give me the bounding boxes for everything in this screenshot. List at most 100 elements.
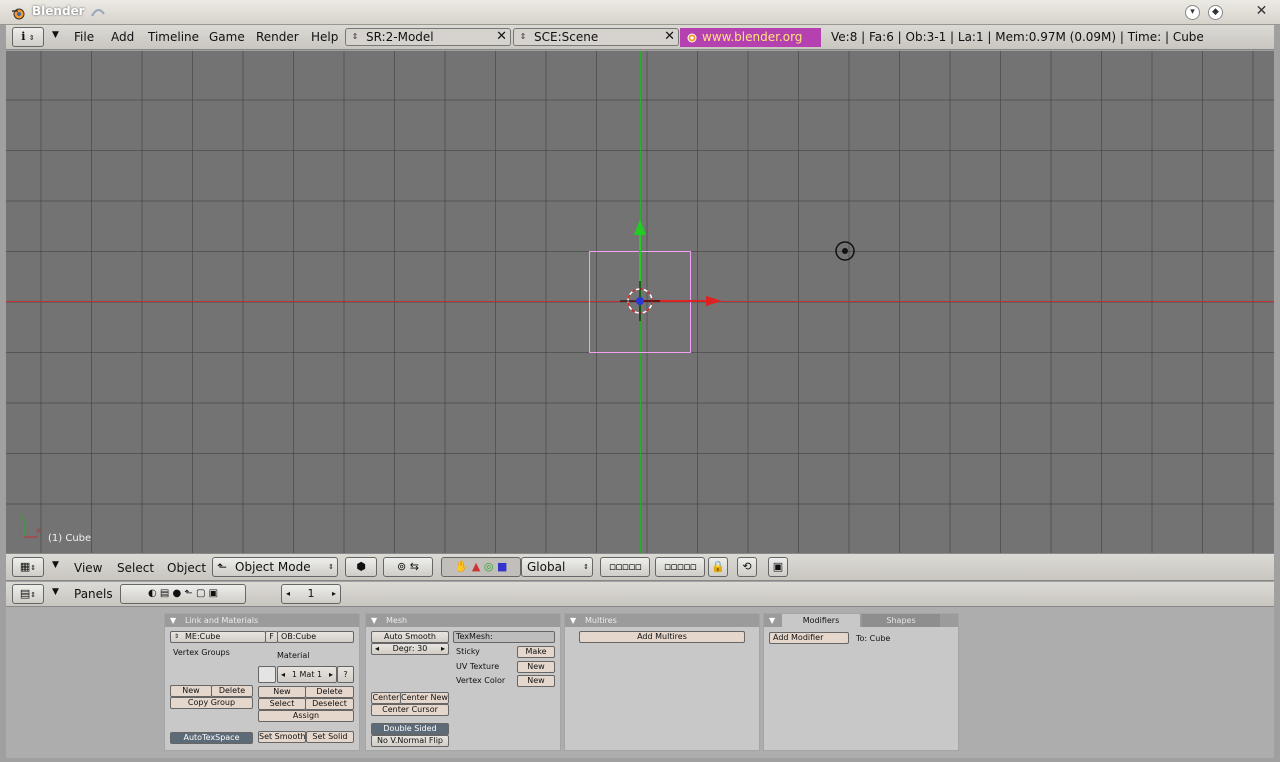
material-select-button[interactable]: Select [258, 698, 306, 710]
panel-header[interactable]: ▼ Mesh [366, 614, 560, 627]
tab-shapes[interactable]: Shapes [862, 614, 940, 627]
mode-label[interactable]: Object Mode [235, 560, 311, 574]
menu-timeline[interactable]: Timeline [148, 30, 199, 44]
vgroup-new-button[interactable]: New [170, 685, 212, 697]
scale-icon[interactable]: ■ [497, 560, 507, 573]
collapse-triangle-icon[interactable]: ▼ [170, 614, 176, 627]
menu-select[interactable]: Select [117, 561, 154, 575]
menu-render[interactable]: Render [256, 30, 299, 44]
close-icon[interactable]: ✕ [1254, 4, 1269, 20]
pivot-selector[interactable]: ⊚ ⇆ [383, 557, 433, 577]
material-assign-button[interactable]: Assign [258, 710, 354, 722]
sticky-make-button[interactable]: Make [517, 646, 555, 658]
scene-selector[interactable]: ⇕ SCE:Scene ✕ [513, 28, 679, 46]
panels-menu[interactable]: Panels [74, 587, 113, 601]
delete-scene-icon[interactable]: ✕ [664, 29, 675, 45]
screen-name[interactable]: SR:2-Model [366, 29, 434, 45]
object-icon[interactable]: ⬑ [184, 588, 192, 599]
editing-icon[interactable]: ▢ [196, 588, 205, 599]
delete-screen-icon[interactable]: ✕ [496, 29, 507, 45]
layer-buttons-2[interactable]: ▫▫▫▫▫ [655, 557, 705, 577]
smooth-degree-field[interactable]: ◂ Degr: 30 ▸ [371, 643, 449, 655]
material-deselect-button[interactable]: Deselect [305, 698, 354, 710]
collapse-triangle-icon[interactable]: ▼ [769, 614, 775, 627]
mesh-datablock-field[interactable]: ⇕ ME:Cube [170, 631, 266, 643]
double-sided-toggle[interactable]: Double Sided [371, 723, 449, 735]
increment-icon[interactable]: ▸ [329, 667, 333, 682]
set-solid-button[interactable]: Set Solid [306, 731, 354, 743]
rotate-icon[interactable]: ◎ [484, 560, 494, 573]
context-tabs[interactable]: ◐ ▤ ● ⬑ ▢ ▣ [120, 584, 246, 604]
transform-manipulator[interactable]: x y [6, 51, 1274, 553]
3d-viewport[interactable]: x y (1) Cube [6, 51, 1274, 553]
decrement-icon[interactable]: ◂ [375, 644, 379, 654]
translate-icon[interactable]: ▲ [472, 560, 480, 573]
menu-object[interactable]: Object [167, 561, 206, 575]
updown-icon[interactable]: ⇕ [348, 29, 362, 45]
set-smooth-button[interactable]: Set Smooth [258, 731, 306, 743]
menu-file[interactable]: File [74, 30, 94, 44]
decrement-icon[interactable]: ◂ [281, 667, 285, 682]
vgroup-delete-button[interactable]: Delete [211, 685, 253, 697]
decrement-icon[interactable]: ◂ [286, 585, 290, 603]
snap-icon[interactable]: ⟲ [737, 557, 757, 577]
panel-header[interactable]: ▼ Multires [565, 614, 759, 627]
increment-icon[interactable]: ▸ [441, 644, 445, 654]
menu-view[interactable]: View [74, 561, 102, 575]
center-new-button[interactable]: Center New [400, 692, 449, 704]
uv-texture-new-button[interactable]: New [517, 661, 555, 673]
manipulator-toggles[interactable]: ✋ ▲ ◎ ■ [441, 557, 521, 577]
blender-url-badge[interactable]: www.blender.org 246 [680, 28, 821, 63]
collapse-triangle-icon[interactable]: ▼ [52, 30, 59, 40]
collapse-triangle-icon[interactable]: ▼ [371, 614, 377, 627]
window-type-selector[interactable]: ▤⇕ [12, 584, 44, 604]
mode-selector[interactable]: ⬑ Object Mode ⇕ [212, 557, 338, 577]
increment-icon[interactable]: ▸ [332, 585, 336, 603]
layer-buttons-1[interactable]: ▫▫▫▫▫ [600, 557, 650, 577]
add-multires-button[interactable]: Add Multires [579, 631, 745, 643]
shading-icon[interactable]: ● [173, 588, 182, 599]
menu-add[interactable]: Add [111, 30, 134, 44]
material-index[interactable]: 1 Mat 1 [292, 670, 322, 679]
window-type-selector[interactable]: ▦⇕ [12, 557, 44, 577]
orientation-label[interactable]: Global [527, 560, 565, 574]
minimize-icon[interactable]: ▾ [1185, 5, 1200, 20]
collapse-triangle-icon[interactable]: ▼ [52, 560, 59, 570]
object-name-field[interactable]: OB:Cube [277, 631, 354, 643]
collapse-triangle-icon[interactable]: ▼ [52, 587, 59, 597]
copy-group-button[interactable]: Copy Group [170, 697, 253, 709]
logic-icon[interactable]: ◐ [148, 588, 157, 599]
material-delete-button[interactable]: Delete [305, 686, 354, 698]
frame-counter[interactable]: ◂ 1 ▸ [281, 584, 341, 604]
updown-icon[interactable]: ⇕ [516, 29, 530, 45]
scene-name[interactable]: SCE:Scene [534, 29, 598, 45]
material-new-button[interactable]: New [258, 686, 306, 698]
screen-selector[interactable]: ⇕ SR:2-Model ✕ [345, 28, 511, 46]
hand-icon[interactable]: ✋ [455, 560, 469, 573]
material-help-button[interactable]: ? [337, 666, 354, 683]
mesh-name[interactable]: ME:Cube [185, 632, 220, 641]
render-preview-icon[interactable]: ▣ [768, 557, 788, 577]
autotexspace-toggle[interactable]: AutoTexSpace [170, 732, 253, 744]
tab-modifiers[interactable]: Modifiers [782, 614, 860, 627]
window-type-selector[interactable]: i ⇕ [12, 27, 44, 47]
auto-smooth-toggle[interactable]: Auto Smooth [371, 631, 449, 643]
lock-icon[interactable]: 🔒 [708, 557, 728, 577]
window-menu-icon[interactable] [89, 4, 107, 20]
maximize-icon[interactable]: ◆ [1208, 5, 1223, 20]
scene-icon[interactable]: ▣ [209, 588, 218, 599]
vertex-color-new-button[interactable]: New [517, 675, 555, 687]
collapse-triangle-icon[interactable]: ▼ [570, 614, 576, 627]
no-vnormal-flip-toggle[interactable]: No V.Normal Flip [371, 735, 449, 747]
material-color-swatch[interactable] [258, 666, 276, 683]
menu-help[interactable]: Help [311, 30, 338, 44]
smooth-degree-value[interactable]: Degr: 30 [393, 644, 428, 653]
menu-game[interactable]: Game [209, 30, 245, 44]
frame-value[interactable]: 1 [308, 587, 315, 600]
add-modifier-button[interactable]: Add Modifier [769, 632, 849, 644]
script-icon[interactable]: ▤ [160, 588, 169, 599]
texmesh-field[interactable]: TexMesh: [453, 631, 555, 643]
center-button[interactable]: Center [371, 692, 401, 704]
panel-header[interactable]: ▼ Link and Materials [165, 614, 359, 627]
orientation-selector[interactable]: Global ⇕ [521, 557, 593, 577]
